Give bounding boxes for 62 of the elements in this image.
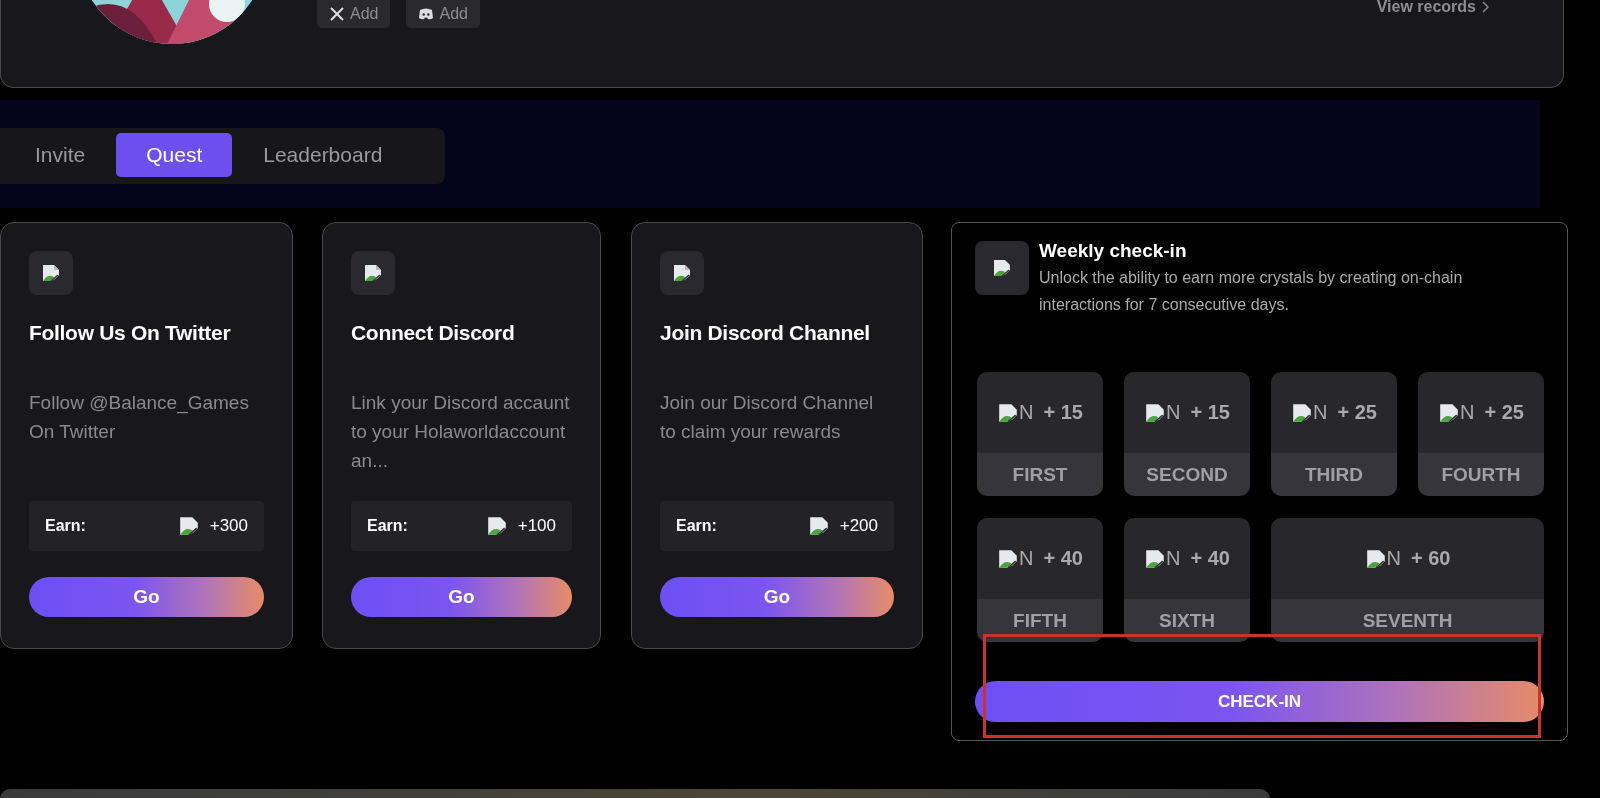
image-alt-text: N bbox=[1386, 547, 1401, 570]
earn-label: Earn: bbox=[45, 517, 86, 535]
quest-description: Follow @Balance_Games On Twitter bbox=[29, 391, 250, 444]
x-logo-icon bbox=[329, 6, 345, 22]
broken-image-icon bbox=[41, 263, 61, 283]
broken-image-icon bbox=[1438, 401, 1461, 424]
go-button[interactable]: Go bbox=[660, 577, 894, 617]
go-button[interactable]: Go bbox=[351, 577, 572, 617]
day-reward: + 15 bbox=[1190, 401, 1230, 424]
reward-amount: +100 bbox=[517, 516, 556, 536]
day-reward: + 15 bbox=[1043, 401, 1083, 424]
broken-image-icon bbox=[363, 263, 383, 283]
go-button[interactable]: Go bbox=[29, 577, 264, 617]
broken-image-icon bbox=[177, 515, 200, 537]
earn-label: Earn: bbox=[676, 517, 717, 535]
tab[interactable]: Leaderboard bbox=[238, 133, 408, 177]
checkin-button[interactable]: CHECK-IN bbox=[975, 681, 1544, 722]
reward-amount: +200 bbox=[839, 516, 878, 536]
day-reward: + 40 bbox=[1190, 547, 1230, 570]
day-label: SIXTH bbox=[1124, 599, 1250, 642]
image-alt-text: N bbox=[1166, 547, 1181, 570]
discord-logo-icon bbox=[418, 6, 435, 22]
day-reward: + 40 bbox=[1043, 547, 1083, 570]
checkin-description: Unlock the ability to earn more crystals by creating on-chain interactions for 7 consecutive days. bbox=[1039, 268, 1464, 315]
broken-image-icon bbox=[1291, 401, 1314, 424]
image-alt-text: N bbox=[1166, 401, 1181, 424]
quest-title: Follow Us On Twitter bbox=[29, 321, 232, 345]
view-records-link[interactable]: View records bbox=[1376, 0, 1489, 14]
day-label: FIRST bbox=[977, 453, 1103, 496]
image-alt-text: N bbox=[1019, 547, 1034, 570]
broken-image-icon bbox=[992, 258, 1012, 278]
broken-image-icon bbox=[807, 515, 830, 537]
chevron-right-icon bbox=[1481, 1, 1489, 13]
image-alt-text: N bbox=[1460, 401, 1475, 424]
earn-label: Earn: bbox=[367, 517, 408, 535]
day-label: FOURTH bbox=[1418, 453, 1544, 496]
quest-description: Join our Discord Channel to claim your rewards bbox=[660, 391, 875, 444]
image-alt-text: N bbox=[1019, 401, 1034, 424]
day-reward: + 25 bbox=[1484, 401, 1524, 424]
tab[interactable]: Quest bbox=[116, 133, 233, 177]
day-label: FIFTH bbox=[977, 599, 1103, 642]
quest-description: Link your Discord accaunt to your Holaworldaccount an... bbox=[351, 391, 571, 473]
day-reward: + 25 bbox=[1337, 401, 1377, 424]
quest-title: Connect Discord bbox=[351, 321, 516, 345]
day-label: SEVENTH bbox=[1271, 599, 1544, 642]
tab[interactable]: Invite bbox=[10, 133, 111, 177]
broken-image-icon bbox=[1144, 401, 1167, 424]
broken-image-icon bbox=[672, 263, 692, 283]
day-label: SECOND bbox=[1124, 453, 1250, 496]
day-label: THIRD bbox=[1271, 453, 1397, 496]
broken-image-icon bbox=[1144, 547, 1167, 570]
checkin-title: Weekly check-in bbox=[1039, 239, 1188, 263]
add-account-button[interactable]: Add bbox=[406, 0, 480, 28]
image-alt-text: N bbox=[1313, 401, 1328, 424]
broken-image-icon bbox=[997, 401, 1020, 424]
broken-image-icon bbox=[485, 515, 508, 537]
add-account-button[interactable]: Add bbox=[317, 0, 391, 28]
quest-title: Join Discord Channel bbox=[660, 321, 871, 345]
broken-image-icon bbox=[1364, 547, 1387, 570]
broken-image-icon bbox=[997, 547, 1020, 570]
day-reward: + 60 bbox=[1411, 547, 1451, 570]
reward-amount: +300 bbox=[209, 516, 248, 536]
